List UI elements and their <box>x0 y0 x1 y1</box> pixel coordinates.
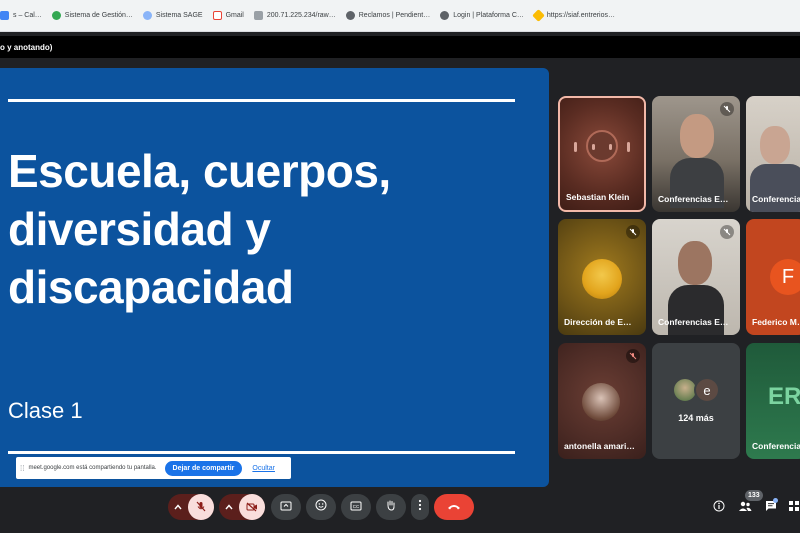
camera-control-group <box>219 494 265 520</box>
mic-control-group <box>168 494 214 520</box>
mic-off-icon <box>626 349 640 363</box>
participant-name: antonella amari… <box>564 441 635 451</box>
more-icon <box>418 498 422 516</box>
people-count-badge: 133 <box>745 490 763 501</box>
svg-text:CC: CC <box>353 504 360 509</box>
reactions-button[interactable] <box>306 494 336 520</box>
bookmark-item[interactable]: Sistema SAGE <box>142 11 203 20</box>
participant-name: Conferencias E… <box>658 317 729 327</box>
bookmark-item[interactable]: https://siaf.entrerios… <box>532 9 615 22</box>
bookmark-item[interactable]: s – Cal… <box>0 11 42 20</box>
hand-icon <box>385 498 397 516</box>
presentation-slide: Escuela, cuerpos, diversidad y discapaci… <box>0 68 549 487</box>
slide-top-rule <box>8 99 515 102</box>
participant-name: Sebastian Klein <box>566 192 630 202</box>
stop-sharing-button[interactable]: Dejar de compartir <box>164 460 243 476</box>
mic-off-icon <box>720 225 734 239</box>
participant-name: Dirección de E… <box>564 317 632 327</box>
bookmark-icon <box>440 11 450 20</box>
participant-tile[interactable]: F Federico M… <box>746 219 800 335</box>
captions-button[interactable]: CC <box>341 494 371 520</box>
participant-video <box>680 114 714 158</box>
bookmark-icon <box>345 11 355 20</box>
present-button[interactable] <box>271 494 301 520</box>
more-options-button[interactable] <box>411 494 429 520</box>
bookmarks-bar: s – Cal… Sistema de Gestión… Sistema SAG… <box>0 0 800 32</box>
bookmark-icon <box>51 11 61 20</box>
bookmark-item[interactable]: 200.71.225.234/raw… <box>253 11 336 20</box>
avatar: e <box>694 377 720 403</box>
participant-name: Conferencia… <box>752 441 800 451</box>
slide-bottom-rule <box>8 451 515 454</box>
people-icon <box>738 499 752 517</box>
slide-title: Escuela, cuerpos, diversidad y discapaci… <box>8 145 391 313</box>
bookmark-label: Sistema de Gestión… <box>64 12 133 19</box>
bookmark-label: Sistema SAGE <box>155 12 203 19</box>
activities-button[interactable] <box>786 500 800 516</box>
raise-hand-button[interactable] <box>376 494 406 520</box>
more-participants-label: 124 más <box>678 413 714 423</box>
window-title: o y anotando) <box>0 36 800 58</box>
participant-logo: ER <box>768 383 800 410</box>
participant-tile[interactable]: Conferencia… <box>746 96 800 212</box>
present-icon <box>280 498 292 516</box>
hide-link[interactable]: Ocultar <box>252 465 275 472</box>
bookmark-icon <box>142 11 152 20</box>
bookmark-label: s – Cal… <box>13 12 42 19</box>
avatar-initial: F <box>781 265 795 288</box>
avatar-initial: e <box>703 382 711 398</box>
camera-off-button[interactable] <box>239 494 265 520</box>
page-icon <box>253 11 263 20</box>
star-icon <box>532 9 545 22</box>
chevron-up-icon[interactable] <box>219 504 239 510</box>
bookmark-icon <box>0 11 9 20</box>
window-title-text: o y anotando) <box>0 43 53 52</box>
participant-tile[interactable]: ER Conferencia… <box>746 343 800 459</box>
participant-tile[interactable]: Conferencias E… <box>652 219 740 335</box>
avatar: F <box>770 259 800 295</box>
avatar <box>582 383 620 421</box>
participant-tile[interactable]: Sebastian Klein <box>558 96 646 212</box>
bookmark-item[interactable]: Login | Plataforma C… <box>440 11 524 20</box>
chat-notification-dot <box>773 498 778 503</box>
emoji-icon <box>315 498 327 516</box>
people-button[interactable] <box>737 500 753 516</box>
bookmark-label: Login | Plataforma C… <box>453 12 524 19</box>
captions-icon: CC <box>350 498 362 516</box>
mic-off-icon <box>720 102 734 116</box>
participant-name: Federico M… <box>752 317 800 327</box>
participant-tile[interactable]: antonella amari… <box>558 343 646 459</box>
meeting-info-button[interactable] <box>711 500 727 516</box>
bookmark-item[interactable]: Gmail <box>212 11 244 20</box>
bookmark-label: https://siaf.entrerios… <box>546 12 615 19</box>
drag-handle-icon[interactable]: ⁞⁞ <box>20 464 24 473</box>
chevron-up-icon[interactable] <box>168 504 188 510</box>
more-participants-tile[interactable]: e 124 más <box>652 343 740 459</box>
bookmark-label: Gmail <box>225 12 244 19</box>
avatar <box>582 259 622 299</box>
bookmark-item[interactable]: Sistema de Gestión… <box>51 11 133 20</box>
slide-subtitle: Clase 1 <box>8 398 83 423</box>
end-call-icon <box>447 498 461 516</box>
bookmark-item[interactable]: Reclamos | Pendient… <box>345 11 431 20</box>
gmail-icon <box>212 11 222 20</box>
participant-name: Conferencias E… <box>658 194 729 204</box>
participant-tile[interactable]: Conferencias E… <box>652 96 740 212</box>
info-icon <box>713 499 725 517</box>
audio-level-icon <box>574 140 630 154</box>
share-message: meet.google.com está compartiendo tu pan… <box>28 465 157 471</box>
mic-off-button[interactable] <box>188 494 214 520</box>
bookmark-label: 200.71.225.234/raw… <box>266 12 336 19</box>
participant-name: Conferencia… <box>752 194 800 204</box>
participant-tile[interactable]: Dirección de E… <box>558 219 646 335</box>
activities-icon <box>788 499 800 517</box>
mic-off-icon <box>626 225 640 239</box>
bookmark-label: Reclamos | Pendient… <box>358 12 431 19</box>
screen-share-bar: ⁞⁞ meet.google.com está compartiendo tu … <box>16 457 291 479</box>
end-call-button[interactable] <box>434 494 474 520</box>
